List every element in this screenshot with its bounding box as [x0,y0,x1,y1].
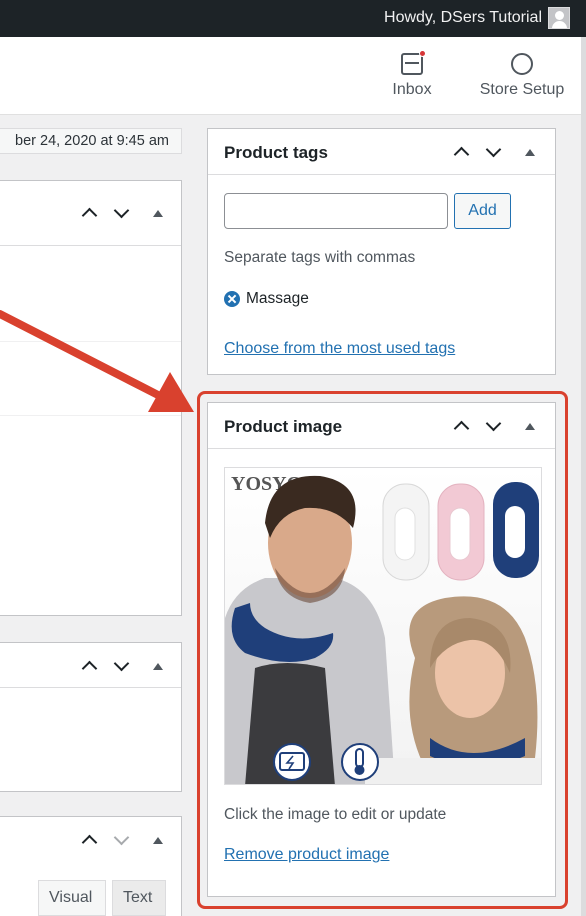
toggle-panel-icon[interactable] [151,660,165,674]
user-avatar-icon[interactable] [548,7,570,29]
toggle-panel-icon[interactable] [151,207,165,221]
toggle-panel-icon[interactable] [523,146,537,160]
product-image-header: Product image [208,403,555,449]
move-up-icon[interactable] [79,656,100,677]
new-tag-input[interactable] [224,193,448,229]
move-down-icon[interactable] [111,203,132,224]
publish-date: ber 24, 2020 at 9:45 am [0,128,182,154]
metabox-controls [79,830,165,851]
metabox-controls [79,203,165,224]
tags-hint: Separate tags with commas [224,249,416,266]
product-tags-header: Product tags [208,129,555,175]
left-metabox-2 [0,642,182,792]
move-down-icon[interactable] [111,830,132,851]
product-tags-title: Product tags [224,143,328,162]
move-up-icon[interactable] [451,142,472,163]
product-tags-box: Product tags Add Separate tags with comm… [207,128,556,375]
product-image[interactable]: YOSYO [224,467,542,785]
metabox-controls [451,142,537,163]
product-image-illustration: YOSYO [225,468,541,784]
metabox-controls [451,416,537,437]
product-image-caption: Click the image to edit or update [224,806,447,823]
tab-text[interactable]: Text [112,880,166,916]
remove-tag-icon[interactable] [224,291,240,307]
inbox-button[interactable]: Inbox [384,50,440,99]
move-down-icon[interactable] [111,656,132,677]
move-up-icon[interactable] [79,830,100,851]
store-setup-label: Store Setup [479,81,565,98]
move-up-icon[interactable] [451,416,472,437]
add-tag-button[interactable]: Add [454,193,511,229]
woocommerce-header: Inbox Store Setup [0,37,581,115]
notification-dot [419,50,426,57]
store-setup-button[interactable]: Store Setup [472,51,572,99]
remove-product-image-link[interactable]: Remove product image [224,846,389,864]
admin-bar: Howdy, DSers Tutorial [0,0,586,37]
howdy-greeting[interactable]: Howdy, DSers Tutorial [384,9,542,27]
toggle-panel-icon[interactable] [523,420,537,434]
store-setup-icon [511,53,533,75]
product-image-title: Product image [224,417,343,436]
inbox-label: Inbox [392,81,432,98]
tag-item: Massage [224,290,309,308]
product-image-box: Product image YOSYO Click the image to e… [207,402,556,897]
move-down-icon[interactable] [483,416,504,437]
toggle-panel-icon[interactable] [151,834,165,848]
tag-label: Massage [246,290,309,307]
annotation-arrow [0,310,194,412]
metabox-controls [79,656,165,677]
choose-most-used-tags-link[interactable]: Choose from the most used tags [224,340,455,358]
inbox-icon [401,50,426,75]
scrollbar-track[interactable] [581,37,586,916]
tab-visual[interactable]: Visual [38,880,106,916]
move-down-icon[interactable] [483,142,504,163]
move-up-icon[interactable] [79,203,100,224]
